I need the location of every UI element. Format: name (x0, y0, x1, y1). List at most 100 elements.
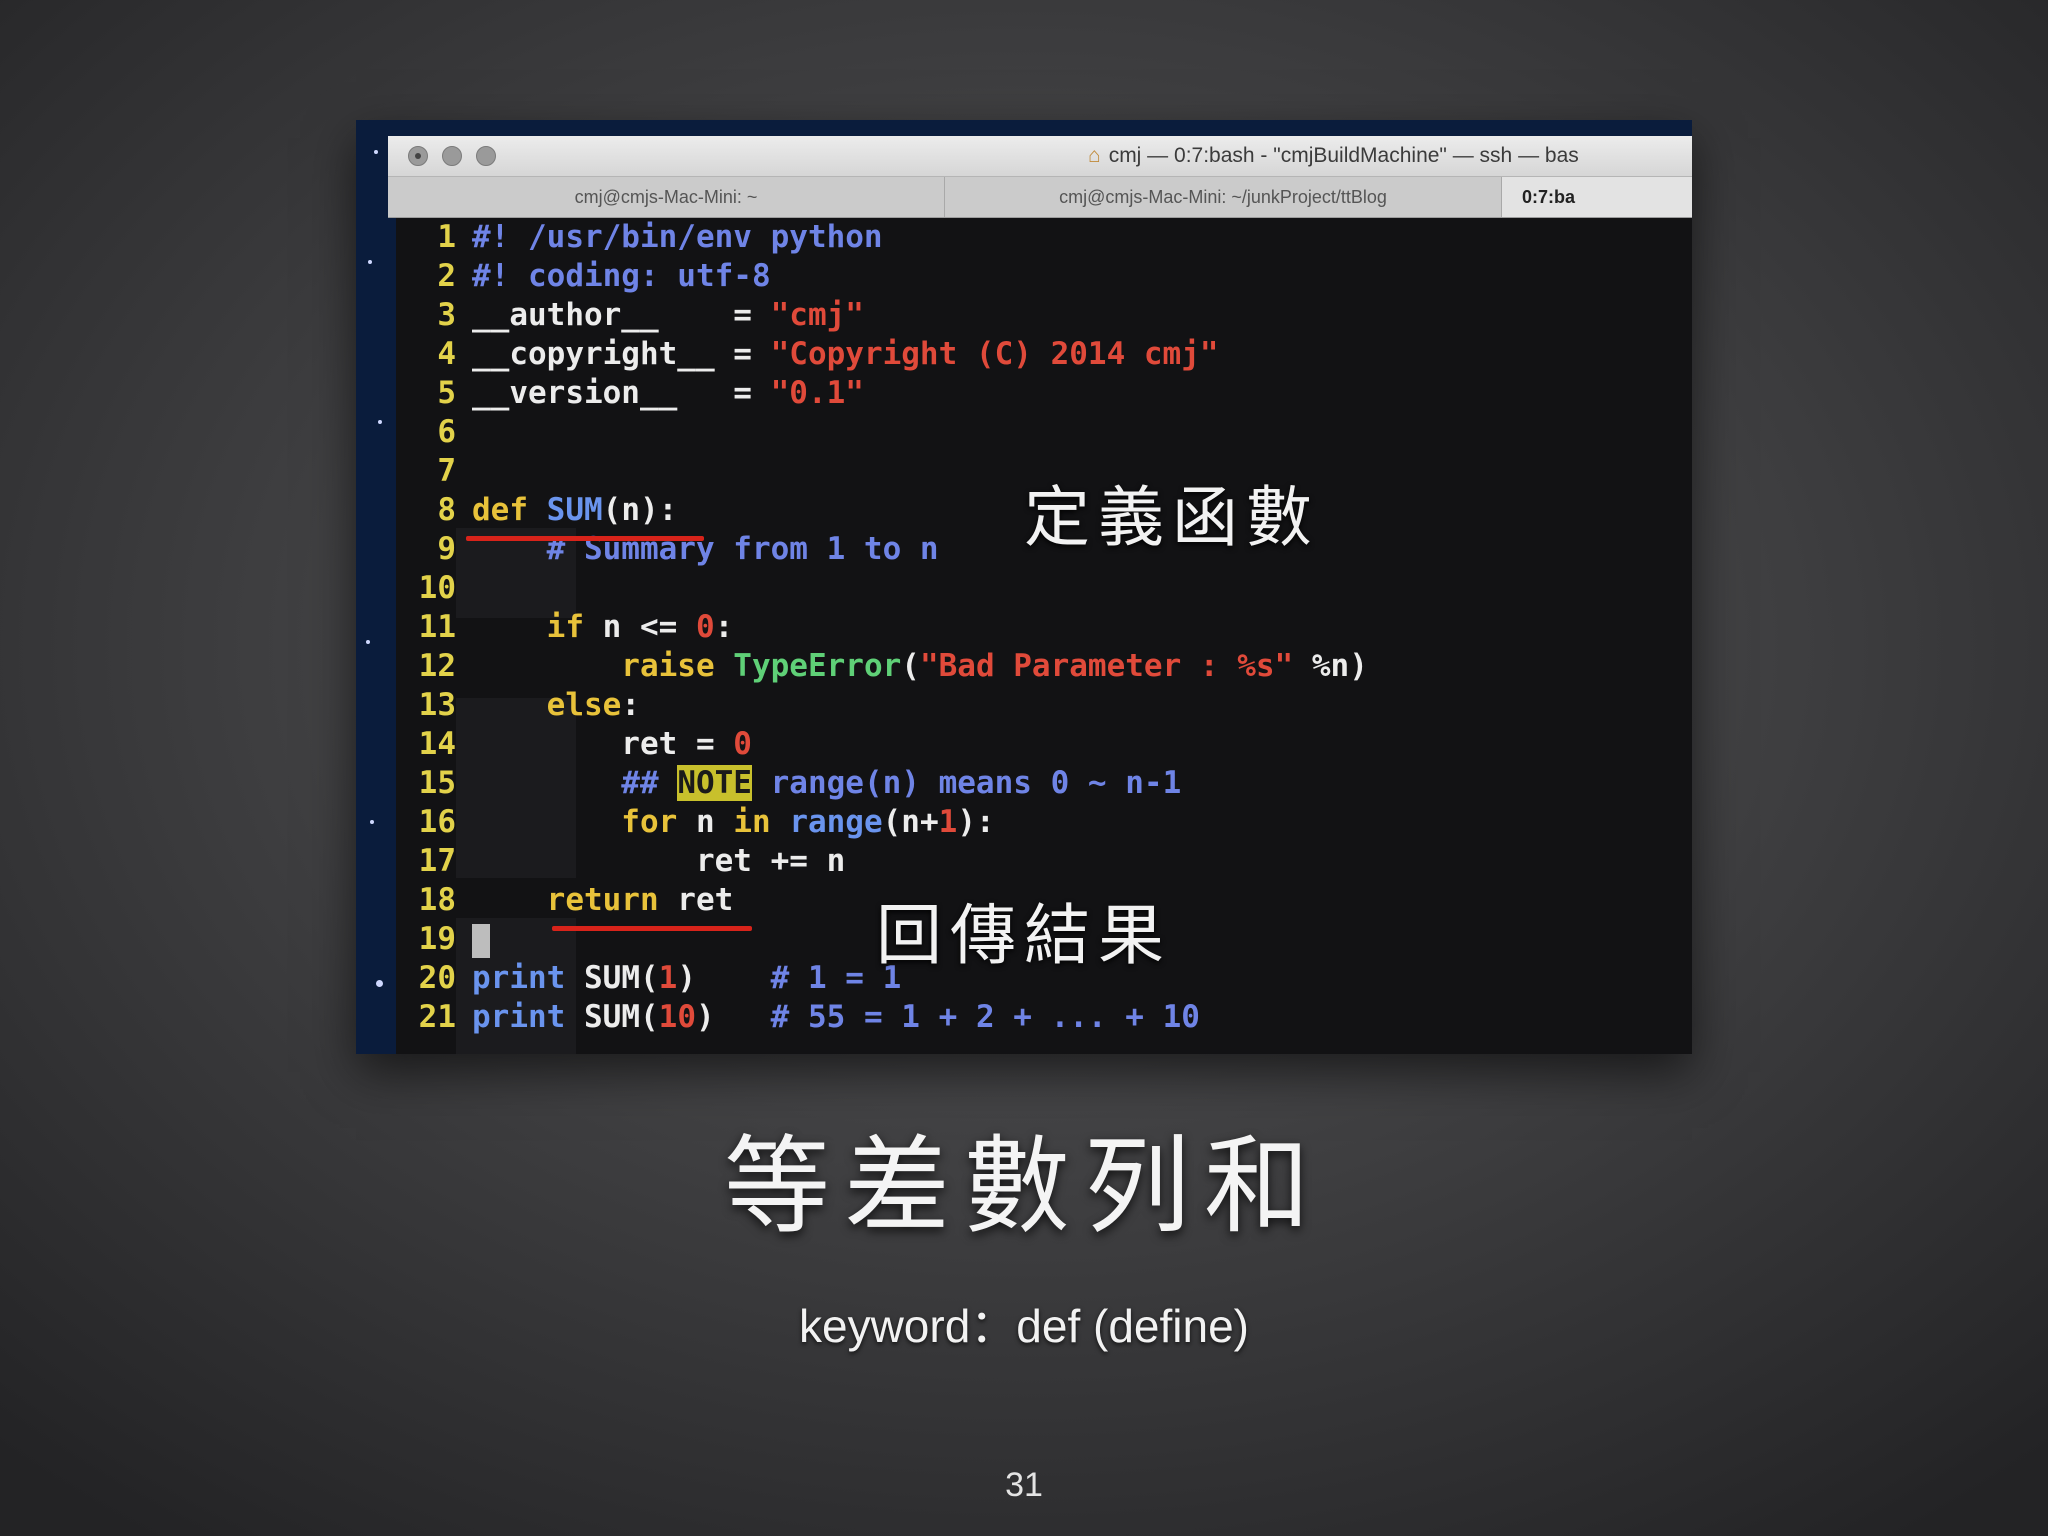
code-text: n <= (583, 609, 696, 645)
line-number: 10 (418, 570, 456, 606)
code-line-1: 1 #! /usr/bin/env python (396, 218, 883, 257)
function-name: SUM (546, 492, 603, 528)
code-line-10: 10 (396, 569, 472, 608)
keyword-print: print (472, 999, 566, 1035)
line-number: 8 (437, 492, 456, 528)
code-line-17: 17 ret += n (396, 842, 846, 881)
line-number: 3 (437, 297, 456, 333)
code-text: ret += n (472, 843, 846, 879)
string-literal: "0.1" (770, 375, 864, 411)
code-text: SUM( (565, 960, 659, 996)
code-line-20: 20 print SUM(1) # 1 = 1 (396, 959, 902, 998)
keyword-for: for (472, 804, 678, 840)
number-literal: 0 (695, 609, 715, 645)
note-highlight: NOTE (677, 765, 752, 801)
shebang: #! /usr/bin/env python (472, 219, 883, 255)
code-text: __author__ = (472, 297, 771, 333)
string-literal: "cmj" (770, 297, 864, 333)
code-text: ret = (472, 726, 734, 762)
code-line-13: 13 else: (396, 686, 640, 725)
keyword-print: print (472, 960, 566, 996)
code-text: : (621, 687, 640, 723)
zoom-button[interactable] (476, 146, 496, 166)
line-number: 4 (437, 336, 456, 372)
code-text: (n): (602, 492, 678, 528)
code-line-7: 7 (396, 452, 472, 491)
code-line-6: 6 (396, 413, 472, 452)
code-line-21: 21 print SUM(10) # 55 = 1 + 2 + ... + 10 (396, 998, 1200, 1037)
exception-type: TypeError (733, 648, 902, 684)
line-number: 13 (418, 687, 456, 723)
code-line-19: 19 (396, 920, 490, 959)
keyword-if: if (472, 609, 584, 645)
home-icon: ⌂ (1088, 144, 1101, 167)
code-line-11: 11 if n <= 0: (396, 608, 734, 647)
coding-comment: #! coding: utf-8 (472, 258, 771, 294)
star (368, 260, 372, 264)
code-text: ): (957, 804, 995, 840)
star (370, 820, 374, 824)
code-line-16: 16 for n in range(n+1): (396, 803, 995, 842)
line-number: 14 (418, 726, 456, 762)
keyword-else: else (472, 687, 622, 723)
code-editor[interactable]: 1 #! /usr/bin/env python 2 #! coding: utf-… (396, 218, 1692, 1054)
line-number: 6 (437, 414, 456, 450)
comment: # 1 = 1 (696, 960, 902, 996)
comment: range(n) means 0 ~ n-1 (751, 765, 1182, 801)
code-text: (n+ (882, 804, 939, 840)
star (366, 640, 370, 644)
star (374, 150, 378, 154)
line-number: 9 (437, 531, 456, 567)
string-literal: "Copyright (C) 2014 cmj" (770, 336, 1219, 372)
code-line-15: 15 ## NOTE range(n) means 0 ~ n-1 (396, 764, 1181, 803)
code-text: SUM( (565, 999, 659, 1035)
star (378, 420, 382, 424)
line-number: 17 (418, 843, 456, 879)
underline-def-mark (466, 536, 704, 541)
line-number: 1 (437, 219, 456, 255)
code-line-5: 5 __version__ = "0.1" (396, 374, 864, 413)
slide-title: 等差數列和 (724, 1125, 1324, 1248)
keyword-def: def (472, 492, 547, 528)
code-text: ) (695, 999, 715, 1035)
page-number: 31 (1005, 1466, 1043, 1504)
keyword-return: return (472, 882, 659, 918)
annotation-define-function: 定義函數 (1024, 479, 1320, 556)
code-text: __copyright__ = (472, 336, 771, 372)
code-text: ) (677, 960, 696, 996)
code-line-2: 2 #! coding: utf-8 (396, 257, 771, 296)
window-title-text: cmj — 0:7:bash - "cmjBuildMachine" — ssh… (1108, 144, 1579, 167)
window-title: ⌂ cmj — 0:7:bash - "cmjBuildMachine" — ss… (1088, 144, 1692, 168)
code-line-3: 3 __author__ = "cmj" (396, 296, 864, 335)
tab-active[interactable]: 0:7:ba (1502, 177, 1692, 217)
comment: ## (472, 765, 678, 801)
code-line-8: 8 def SUM(n): (396, 491, 677, 530)
builtin-range: range (789, 804, 883, 840)
code-text: __version__ = (472, 375, 771, 411)
line-number: 11 (418, 609, 456, 645)
text-cursor (472, 923, 490, 958)
window-titlebar: ⌂ cmj — 0:7:bash - "cmjBuildMachine" — ss… (388, 136, 1692, 177)
minimize-button[interactable] (442, 146, 462, 166)
tab-ttblog[interactable]: cmj@cmjs-Mac-Mini: ~/junkProject/ttBlog (945, 177, 1502, 217)
line-number: 19 (418, 921, 456, 957)
tab-home[interactable]: cmj@cmjs-Mac-Mini: ~ (388, 177, 945, 217)
code-line-4: 4 __copyright__ = "Copyright (C) 2014 cmj… (396, 335, 1219, 374)
code-text: n (677, 804, 734, 840)
number-literal: 1 (658, 960, 678, 996)
string-literal: "Bad Parameter : %s" (919, 648, 1294, 684)
code-text: : (714, 609, 734, 645)
terminal-window: ⌂ cmj — 0:7:bash - "cmjBuildMachine" — ss… (356, 120, 1692, 1054)
line-number: 7 (437, 453, 456, 489)
close-button[interactable] (408, 146, 428, 166)
annotation-return-result: 回傳結果 (876, 897, 1172, 974)
code-text: %n) (1293, 648, 1368, 684)
line-number: 15 (418, 765, 456, 801)
line-number: 20 (418, 960, 456, 996)
line-number: 12 (418, 648, 456, 684)
number-literal: 10 (658, 999, 696, 1035)
number-literal: 1 (938, 804, 958, 840)
comment: # 55 = 1 + 2 + ... + 10 (714, 999, 1200, 1035)
star (376, 980, 383, 987)
